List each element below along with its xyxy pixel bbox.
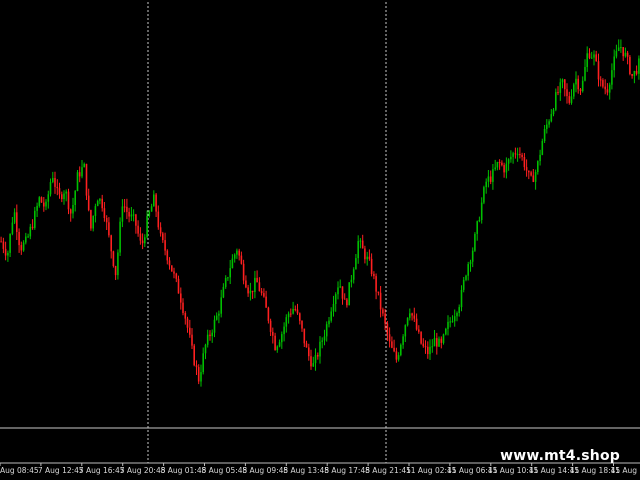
x-tick-label: 8 Aug 21:45 (365, 466, 411, 475)
x-tick-label: 8 Aug 17:45 (324, 466, 370, 475)
x-axis-ticks: Aug 08:45 7 Aug 12:457 Aug 16:457 Aug 20:… (0, 463, 640, 475)
x-tick-label: 8 Aug 13:45 (283, 466, 329, 475)
x-tick-label: 7 Aug 12:45 (38, 466, 84, 475)
x-tick-label: 7 Aug 20:45 (120, 466, 166, 475)
x-tick-label: 8 Aug 09:45 (242, 466, 288, 475)
x-tick-label: Aug 08:45 (0, 466, 39, 475)
x-tick-label: 11 Aug 22:45 (611, 466, 640, 475)
candlestick-chart[interactable]: Aug 08:45 7 Aug 12:457 Aug 16:457 Aug 20:… (0, 0, 640, 480)
x-tick-label: 8 Aug 01:45 (161, 466, 207, 475)
chart-window[interactable]: Aug 08:45 7 Aug 12:45 7 Aug 16:45 7 Aug 20:… (0, 0, 640, 480)
day-separators (147, 2, 387, 463)
candles (0, 39, 640, 387)
x-tick-label: 7 Aug 16:45 (79, 466, 125, 475)
watermark-text: www.mt4.shop (500, 448, 620, 464)
x-tick-label: 8 Aug 05:45 (202, 466, 248, 475)
